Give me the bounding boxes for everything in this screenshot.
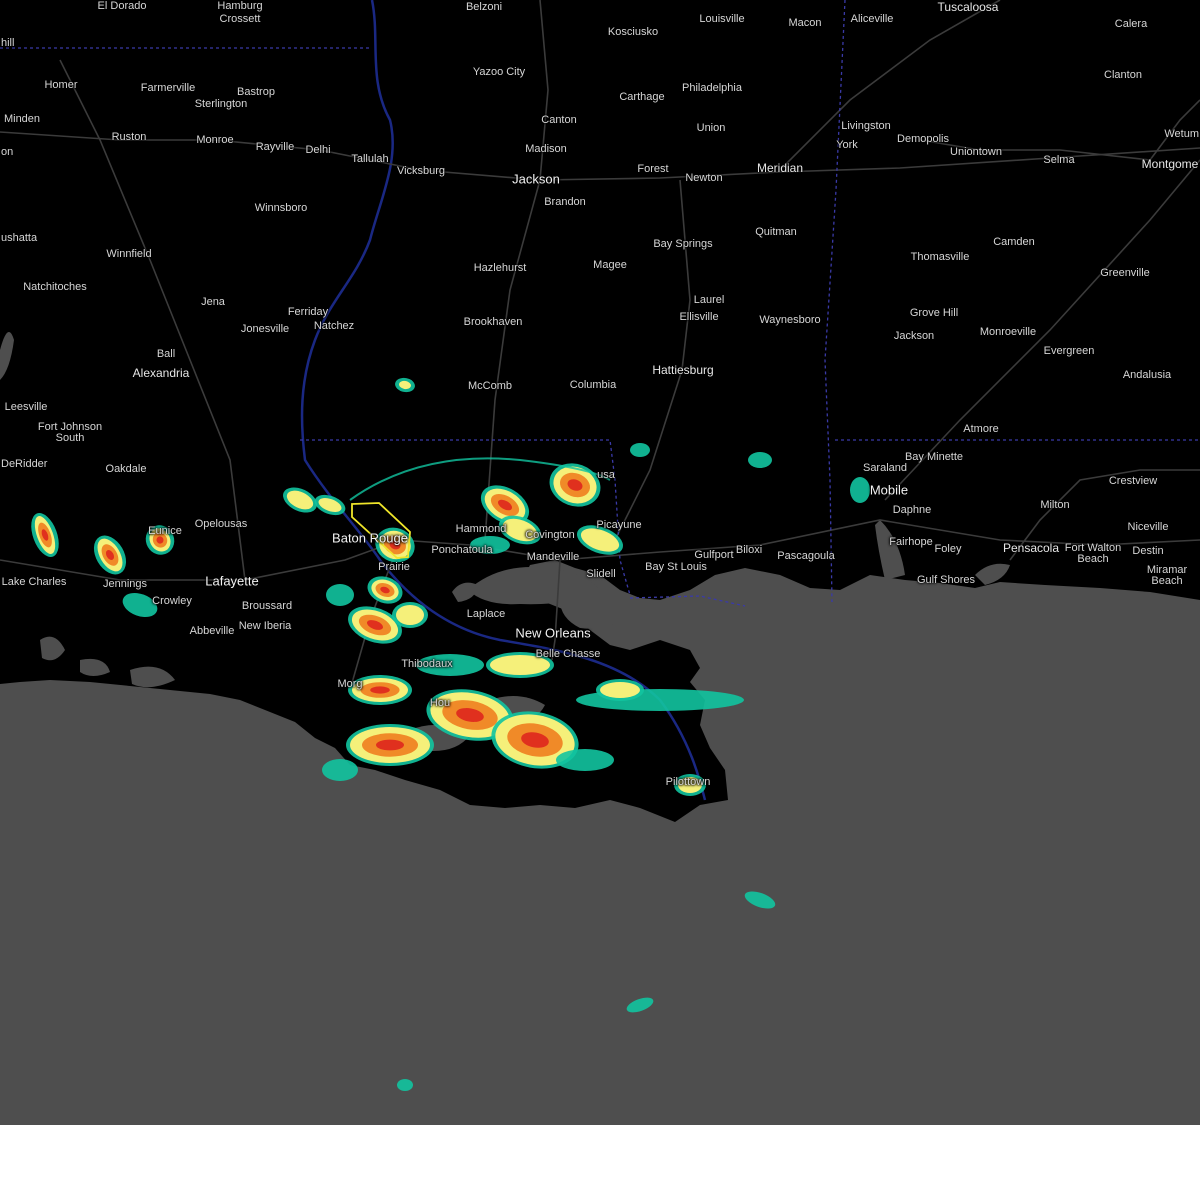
radar-cell-intense: [370, 686, 390, 694]
radar-cell-28: [596, 679, 644, 701]
radar-cell-11: [326, 584, 354, 606]
radar-cell-12: [392, 602, 428, 628]
radar-cell-25: [486, 652, 554, 678]
radar-cell-19: [748, 452, 772, 468]
radar-cell-edge: [556, 749, 614, 771]
radar-cell-20: [850, 477, 870, 503]
radar-cell-edge: [470, 536, 510, 554]
radar-cell-medium: [490, 655, 550, 675]
radar-cell-33: [397, 1079, 413, 1091]
radar-cell-18: [630, 443, 650, 457]
radar-cell-edge: [397, 1079, 413, 1091]
radar-cell-edge: [630, 443, 650, 457]
radar-cell-edge: [416, 654, 484, 676]
radar-cell-edge: [748, 452, 772, 468]
radar-cell-medium: [396, 605, 424, 625]
radar-cell-21: [348, 675, 412, 705]
radar-cell-medium: [678, 777, 702, 793]
radar-cell-26: [416, 654, 484, 676]
radar-cell-edge: [850, 477, 870, 503]
radar-cell-22: [346, 724, 434, 766]
radar-cell-29: [556, 749, 614, 771]
weather-radar-map[interactable]: El Dorado Hamburg Crossett Belzoni Kosciusko…: [0, 0, 1200, 1200]
radar-cell-17: [470, 536, 510, 554]
radar-cell-edge: [322, 759, 358, 781]
radar-cell-30: [674, 774, 706, 796]
radar-cell-intense: [376, 739, 404, 751]
radar-cell-medium: [600, 682, 640, 698]
radar-cell-edge: [326, 584, 354, 606]
map-canvas[interactable]: [0, 0, 1200, 1125]
radar-cell-34: [322, 759, 358, 781]
